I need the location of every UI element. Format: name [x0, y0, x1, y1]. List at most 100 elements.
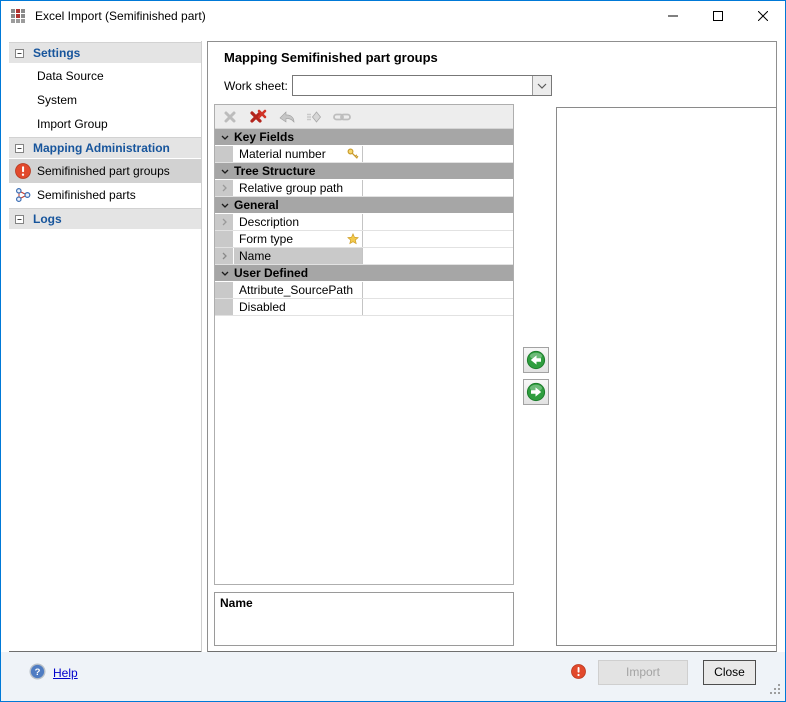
window-title: Excel Import (Semifinished part)	[35, 1, 206, 32]
row-selector[interactable]	[215, 299, 234, 315]
mapping-value-cell[interactable]	[363, 282, 513, 298]
worksheet-label: Work sheet:	[224, 79, 288, 93]
sidebar-section-settings[interactable]: Settings	[9, 42, 201, 63]
validation-error-icon	[571, 664, 586, 679]
sidebar-section-logs[interactable]: Logs	[9, 208, 201, 229]
sidebar-item-semifinished-parts[interactable]: Semifinished parts	[9, 183, 201, 207]
item-label: System	[37, 93, 77, 107]
chevron-down-icon	[221, 169, 229, 174]
minimize-icon	[668, 11, 678, 21]
mapping-toolbar	[215, 105, 513, 129]
page-title: Mapping Semifinished part groups	[224, 50, 438, 65]
field-label: Description	[239, 215, 299, 229]
row-selector[interactable]	[215, 146, 234, 162]
worksheet-combobox[interactable]	[292, 75, 552, 96]
mapping-value-cell[interactable]	[363, 248, 513, 264]
mapping-value-cell[interactable]	[363, 299, 513, 315]
grid-row-name[interactable]: Name	[215, 248, 513, 265]
undo-button[interactable]	[275, 107, 297, 127]
close-icon	[758, 11, 768, 21]
sidebar-item-system[interactable]: System	[9, 88, 201, 112]
grid-row-form-type[interactable]: Form type	[215, 231, 513, 248]
chevron-right-icon	[222, 184, 227, 192]
worksheet-selected-value	[293, 76, 532, 95]
link-button[interactable]	[331, 107, 353, 127]
grid-row-description[interactable]: Description	[215, 214, 513, 231]
dialog-footer: ? Help Import Close	[1, 652, 785, 701]
navigation-sidebar: Settings Data Source System Import Group…	[9, 41, 202, 653]
help-icon[interactable]: ?	[29, 663, 46, 683]
close-window-button[interactable]	[740, 1, 785, 31]
sidebar-item-data-source[interactable]: Data Source	[9, 64, 201, 88]
mapping-value-cell[interactable]	[363, 146, 513, 162]
item-label: Import Group	[37, 117, 108, 131]
title-bar[interactable]: Excel Import (Semifinished part)	[1, 1, 785, 32]
sidebar-item-import-group[interactable]: Import Group	[9, 112, 201, 136]
group-header-key-fields[interactable]: Key Fields	[215, 129, 513, 146]
row-selector[interactable]	[215, 231, 234, 247]
field-label: Form type	[239, 232, 293, 246]
app-icon	[10, 8, 26, 24]
collapse-icon[interactable]	[15, 215, 24, 224]
collapse-icon[interactable]	[15, 144, 24, 153]
item-label: Semifinished parts	[37, 188, 136, 202]
green-arrow-right-icon	[526, 382, 546, 402]
grid-row-relative-group-path[interactable]: Relative group path	[215, 180, 513, 197]
row-selector[interactable]	[215, 282, 234, 298]
combo-dropdown-button[interactable]	[532, 76, 551, 95]
hierarchy-icon	[15, 187, 31, 203]
field-label: Attribute_SourcePath	[239, 283, 353, 297]
field-mapping-grid: Key Fields Material number	[215, 129, 513, 316]
resize-grip[interactable]	[769, 683, 781, 698]
group-header-user-defined[interactable]: User Defined	[215, 265, 513, 282]
row-selector[interactable]	[215, 248, 234, 264]
item-label: Data Source	[37, 69, 104, 83]
maximize-button[interactable]	[695, 1, 740, 31]
sidebar-section-mapping-administration[interactable]: Mapping Administration	[9, 137, 201, 158]
delete-mapping-button[interactable]	[219, 107, 241, 127]
field-detail-title: Name	[220, 596, 253, 610]
item-label: Semifinished part groups	[37, 164, 170, 178]
green-arrow-left-icon	[526, 350, 546, 370]
chevron-down-icon	[221, 135, 229, 140]
worksheet-columns-list[interactable]	[556, 107, 777, 646]
field-label: Relative group path	[239, 181, 343, 195]
group-header-general[interactable]: General	[215, 197, 513, 214]
auto-map-icon	[306, 110, 322, 124]
minimize-button[interactable]	[650, 1, 695, 31]
section-label: Logs	[33, 212, 62, 226]
section-label: Settings	[33, 46, 80, 60]
help-link[interactable]: Help	[53, 666, 78, 680]
map-column-button[interactable]	[523, 347, 549, 373]
grid-row-disabled[interactable]: Disabled	[215, 299, 513, 316]
group-label: Tree Structure	[234, 164, 315, 178]
row-selector[interactable]	[215, 214, 234, 230]
mapping-panel: Mapping Semifinished part groups Work sh…	[207, 41, 777, 653]
unmap-column-button[interactable]	[523, 379, 549, 405]
maximize-icon	[713, 11, 723, 21]
undo-icon	[278, 110, 295, 124]
auto-map-button[interactable]	[303, 107, 325, 127]
close-button[interactable]: Close	[703, 660, 756, 685]
mapping-value-cell[interactable]	[363, 231, 513, 247]
row-selector[interactable]	[215, 180, 234, 196]
mapping-grid-container: Key Fields Material number	[214, 104, 514, 585]
mapping-value-cell[interactable]	[363, 180, 513, 196]
chevron-down-icon	[221, 271, 229, 276]
chevron-down-icon	[221, 203, 229, 208]
delete-icon	[223, 110, 237, 124]
error-icon	[15, 163, 31, 179]
import-button[interactable]: Import	[598, 660, 688, 685]
group-label: User Defined	[234, 266, 308, 280]
sidebar-item-semifinished-part-groups[interactable]: Semifinished part groups	[9, 159, 201, 183]
group-header-tree-structure[interactable]: Tree Structure	[215, 163, 513, 180]
collapse-icon[interactable]	[15, 49, 24, 58]
chevron-right-icon	[222, 252, 227, 260]
mapping-value-cell[interactable]	[363, 214, 513, 230]
delete-all-mappings-button[interactable]	[247, 107, 269, 127]
chevron-right-icon	[222, 218, 227, 226]
section-label: Mapping Administration	[33, 141, 170, 155]
grid-row-attribute-sourcepath[interactable]: Attribute_SourcePath	[215, 282, 513, 299]
grid-row-material-number[interactable]: Material number	[215, 146, 513, 163]
excel-import-dialog: Excel Import (Semifinished part) Setting…	[0, 0, 786, 702]
